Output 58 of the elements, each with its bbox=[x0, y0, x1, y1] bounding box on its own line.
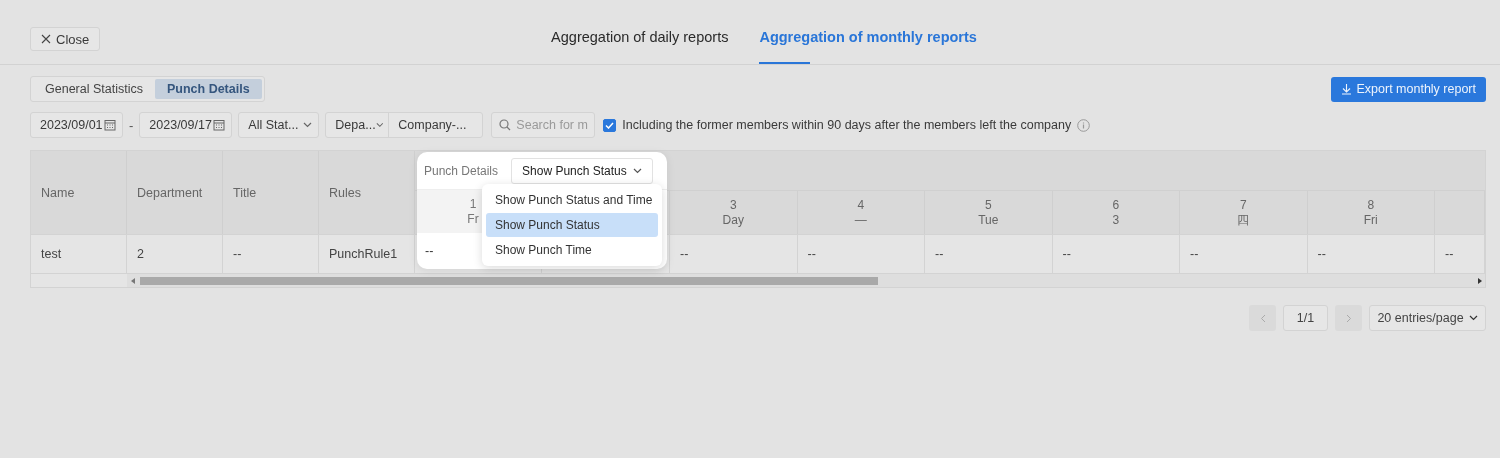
table-cell: 2 bbox=[127, 234, 223, 273]
date-separator: - bbox=[129, 117, 134, 133]
view-tab[interactable]: General Statistics bbox=[33, 79, 155, 99]
search-icon bbox=[499, 119, 512, 131]
table-cell: -- bbox=[797, 234, 925, 273]
export-button[interactable]: Export monthly report bbox=[1330, 76, 1486, 102]
table-cell: -- bbox=[1307, 234, 1435, 273]
display-label: Punch Details bbox=[424, 163, 499, 178]
table-cell: -- bbox=[1435, 234, 1485, 273]
column-header: Department bbox=[127, 151, 223, 234]
day-header: 7 四 bbox=[1180, 191, 1308, 234]
report-tab[interactable]: Aggregation of monthly reports bbox=[759, 0, 977, 64]
view-tab[interactable]: Punch Details bbox=[154, 79, 262, 99]
chevron-down-icon bbox=[375, 122, 384, 128]
end-date-field[interactable]: 2023/09/17 bbox=[139, 112, 233, 138]
scroll-right-icon[interactable] bbox=[1477, 278, 1482, 284]
info-icon bbox=[1077, 118, 1091, 132]
chevron-down-icon bbox=[303, 122, 313, 128]
table-cell: -- bbox=[670, 234, 798, 273]
table-cell-text: -- bbox=[424, 242, 435, 260]
scroll-left-icon[interactable] bbox=[131, 278, 136, 284]
table-cell: test bbox=[31, 234, 127, 273]
horizontal-scrollbar[interactable] bbox=[127, 274, 1485, 287]
column-header: Title bbox=[223, 151, 319, 234]
column-header: Rules bbox=[319, 151, 415, 234]
table-cell: -- bbox=[223, 234, 319, 273]
column-header: Name bbox=[31, 151, 127, 234]
download-icon bbox=[1340, 83, 1352, 95]
table-cell: -- bbox=[1180, 234, 1308, 273]
search-field[interactable]: Search for m bbox=[491, 112, 596, 138]
status-select[interactable]: All Stat... bbox=[238, 112, 320, 138]
day-header: 6 3 bbox=[1052, 191, 1180, 234]
company-select[interactable]: Company-... bbox=[389, 113, 483, 137]
department-select[interactable]: Depa... bbox=[326, 113, 390, 137]
chevron-right-icon bbox=[1345, 313, 1352, 323]
day-header: 3 Day bbox=[670, 191, 798, 234]
checkbox-label: Including the former members within 90 days after the members left the company bbox=[622, 118, 1072, 132]
table-cell: -- bbox=[925, 234, 1053, 273]
day-header: 8 Fri bbox=[1307, 191, 1435, 234]
checkbox[interactable] bbox=[603, 118, 617, 132]
page-size-select[interactable]: 20 entries/page bbox=[1369, 305, 1486, 331]
calendar-icon bbox=[104, 119, 116, 131]
chevron-down-icon bbox=[633, 167, 642, 174]
menu-option[interactable]: Show Punch Time bbox=[486, 238, 658, 262]
report-tab[interactable]: Aggregation of daily reports bbox=[551, 0, 729, 64]
menu-option[interactable]: Show Punch Status bbox=[486, 213, 658, 237]
chevron-left-icon bbox=[1259, 313, 1266, 323]
calendar-icon bbox=[213, 119, 226, 131]
table-cell: -- bbox=[1052, 234, 1180, 273]
close-button[interactable]: Close bbox=[30, 27, 101, 51]
page-indicator: 1/1 bbox=[1283, 305, 1328, 331]
chevron-down-icon bbox=[1468, 315, 1478, 321]
display-select[interactable]: Show Punch Status bbox=[511, 157, 653, 184]
table-cell: PunchRule1 bbox=[319, 234, 415, 273]
day-header: 5 Tue bbox=[925, 191, 1053, 234]
day-header: 4 — bbox=[797, 191, 925, 234]
close-icon bbox=[41, 34, 51, 44]
start-date-field[interactable]: 2023/09/01 bbox=[30, 112, 123, 138]
